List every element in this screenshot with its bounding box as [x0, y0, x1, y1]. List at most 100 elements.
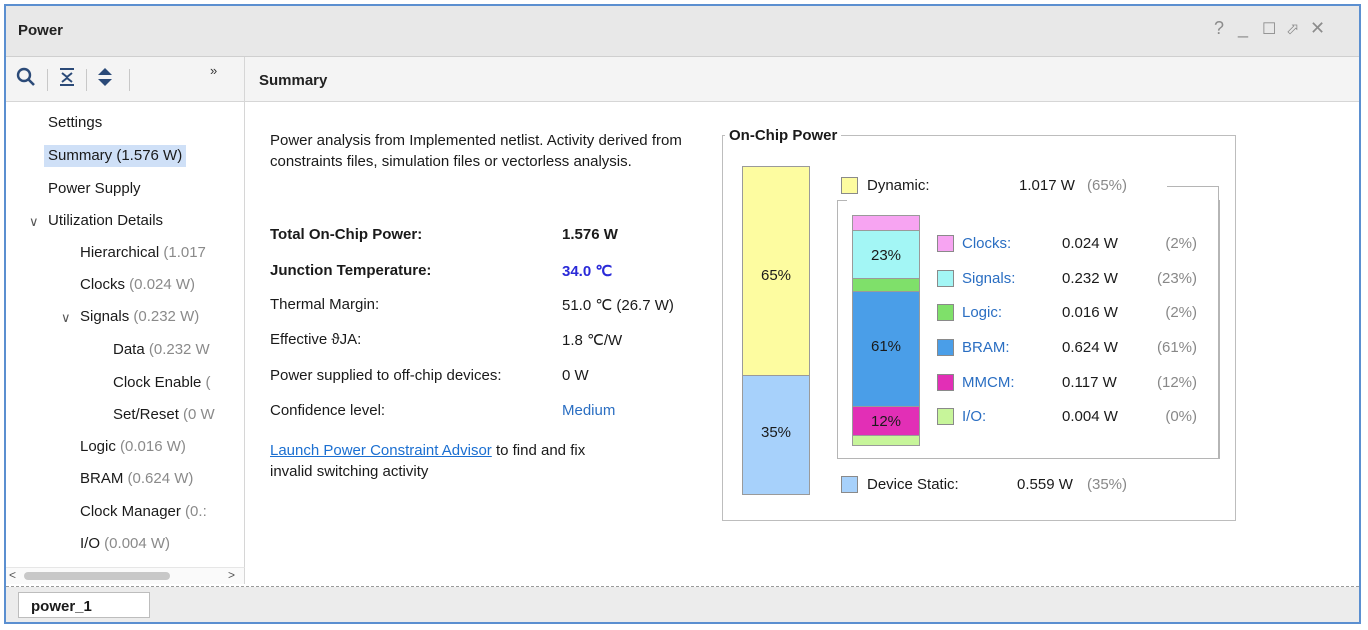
tree-item-signals[interactable]: Signals (0.232 W): [80, 306, 199, 328]
scrollbar-thumb[interactable]: [24, 572, 170, 580]
static-pct: (35%): [1087, 476, 1128, 493]
tree-item-label: Data: [113, 341, 145, 358]
tree-item-label: Power Supply: [48, 180, 141, 197]
static-bar-label: 35%: [760, 424, 792, 441]
help-icon[interactable]: ?: [1214, 18, 1224, 39]
tree-item-value: (0.004 W): [100, 535, 171, 552]
intro-text: Power analysis from Implemented netlist.…: [270, 132, 682, 170]
tree-item-value: (0.232 W): [129, 308, 200, 325]
signals-value: 0.232 W: [1062, 270, 1118, 287]
tree-item-label: Hierarchical: [80, 244, 160, 261]
scroll-right-icon[interactable]: >: [228, 568, 235, 582]
io-value: 0.004 W: [1062, 408, 1118, 425]
tree-item-value: (: [201, 374, 211, 391]
tree-toolbar: »: [6, 57, 245, 102]
bram-link[interactable]: BRAM:: [962, 339, 1010, 356]
tree-item-power-supply[interactable]: Power Supply: [48, 178, 141, 200]
confidence-value-link[interactable]: Medium: [562, 402, 615, 419]
advisor-line: Launch Power Constraint Advisor to find …: [270, 442, 585, 459]
dynamic-breakdown-frame-top: [837, 200, 847, 201]
chevron-down-icon[interactable]: ∨: [29, 214, 39, 230]
total-power-value: 1.576 W: [562, 226, 618, 243]
tree-item-utilization-details[interactable]: Utilization Details: [48, 210, 163, 232]
tree-item-bram[interactable]: BRAM (0.624 W): [80, 468, 193, 490]
bram-swatch: [937, 339, 954, 356]
clocks-pct: (2%): [1165, 235, 1197, 252]
offchip-power-label: Power supplied to off-chip devices:: [270, 367, 502, 384]
tree-item-logic[interactable]: Logic (0.016 W): [80, 436, 186, 458]
on-chip-power-title: On-Chip Power: [725, 127, 842, 144]
toolbar-separator: [129, 69, 130, 91]
logic-value: 0.016 W: [1062, 304, 1118, 321]
total-power-label: Total On-Chip Power:: [270, 226, 423, 243]
dynamic-swatch: [841, 177, 858, 194]
mmcm-swatch: [937, 374, 954, 391]
tree-item-set-reset[interactable]: Set/Reset (0 W: [113, 404, 215, 426]
tree-item-label: Summary (1.576 W): [48, 147, 183, 164]
clocks-link[interactable]: Clocks:: [962, 235, 1011, 252]
advisor-text: to find and fix: [491, 442, 586, 459]
tree-item-value: (0.624 W): [123, 470, 194, 487]
collapse-all-icon[interactable]: [58, 67, 76, 92]
breadcrumb: Summary: [245, 57, 1359, 102]
page-title: Summary: [259, 72, 328, 89]
close-icon[interactable]: ✕: [1310, 18, 1325, 39]
effective-theta-value: 1.8 ℃/W: [562, 332, 623, 349]
tree-item-summary[interactable]: Summary (1.576 W): [44, 145, 187, 167]
power-window: Power ? _ ☐ ⬀ ✕ » Summary Settings Summa…: [4, 4, 1361, 624]
tree-item-data[interactable]: Data (0.232 W: [113, 339, 210, 361]
static-value: 0.559 W: [1017, 476, 1073, 493]
restore-icon[interactable]: ⬀: [1286, 19, 1299, 39]
tree-item-clock-enable[interactable]: Clock Enable (: [113, 372, 211, 394]
horizontal-scrollbar[interactable]: < >: [6, 567, 245, 584]
thermal-margin-value: 51.0 ℃ (26.7 W): [562, 297, 674, 314]
io-pct: (0%): [1165, 408, 1197, 425]
tree-item-clock-manager[interactable]: Clock Manager (0.:: [80, 501, 207, 523]
bram-bar-label: 61%: [870, 338, 902, 355]
io-link[interactable]: I/O:: [962, 408, 986, 425]
toolbar-separator: [86, 69, 87, 91]
more-icon[interactable]: »: [210, 63, 217, 78]
tree-item-io[interactable]: I/O (0.004 W): [80, 533, 170, 555]
effective-theta-label: Effective ϑJA:: [270, 331, 362, 348]
signals-bar-segment: 23%: [852, 230, 920, 279]
static-label: Device Static:: [867, 476, 959, 493]
dynamic-bar-label: 65%: [760, 267, 792, 284]
logic-link[interactable]: Logic:: [962, 304, 1002, 321]
io-bar-segment: [852, 435, 920, 446]
tree-item-label: Clocks: [80, 276, 126, 293]
mmcm-bar-segment: 12%: [852, 406, 920, 436]
navigation-tree: Settings Summary (1.576 W) Power Supply …: [6, 102, 245, 567]
io-swatch: [937, 408, 954, 425]
clocks-value: 0.024 W: [1062, 235, 1118, 252]
signals-bar-label: 23%: [870, 247, 902, 264]
signals-swatch: [937, 270, 954, 287]
tree-item-clocks[interactable]: Clocks (0.024 W): [80, 274, 195, 296]
power-constraint-advisor-link[interactable]: Launch Power Constraint Advisor: [270, 442, 492, 459]
scroll-left-icon[interactable]: <: [9, 568, 16, 582]
mmcm-link[interactable]: MMCM:: [962, 374, 1015, 391]
clocks-bar-segment: [852, 215, 920, 231]
tree-item-value: (0.016 W): [115, 438, 186, 455]
chevron-down-icon[interactable]: ∨: [61, 310, 71, 326]
dynamic-label: Dynamic:: [867, 177, 930, 194]
tree-item-label: Set/Reset: [113, 406, 179, 423]
tree-item-label: Signals: [80, 308, 130, 325]
expand-all-icon[interactable]: [96, 67, 114, 92]
logic-swatch: [937, 304, 954, 321]
dynamic-value: 1.017 W: [1019, 177, 1075, 194]
tree-item-label: I/O: [80, 535, 101, 552]
tree-item-label: Clock Enable: [113, 374, 202, 391]
minimize-icon[interactable]: _: [1238, 18, 1248, 39]
clocks-swatch: [937, 235, 954, 252]
dynamic-bar-segment: 65%: [742, 166, 810, 376]
signals-link[interactable]: Signals:: [962, 270, 1015, 287]
tree-item-settings[interactable]: Settings: [48, 112, 102, 134]
tree-item-label: Settings: [48, 114, 103, 131]
tree-item-value: (0.024 W): [125, 276, 196, 293]
tree-item-hierarchical[interactable]: Hierarchical (1.017: [80, 242, 206, 264]
tab-power-1[interactable]: power_1: [18, 592, 150, 618]
search-icon[interactable]: [16, 67, 36, 92]
signals-pct: (23%): [1156, 270, 1197, 287]
maximize-icon[interactable]: ☐: [1262, 19, 1276, 39]
